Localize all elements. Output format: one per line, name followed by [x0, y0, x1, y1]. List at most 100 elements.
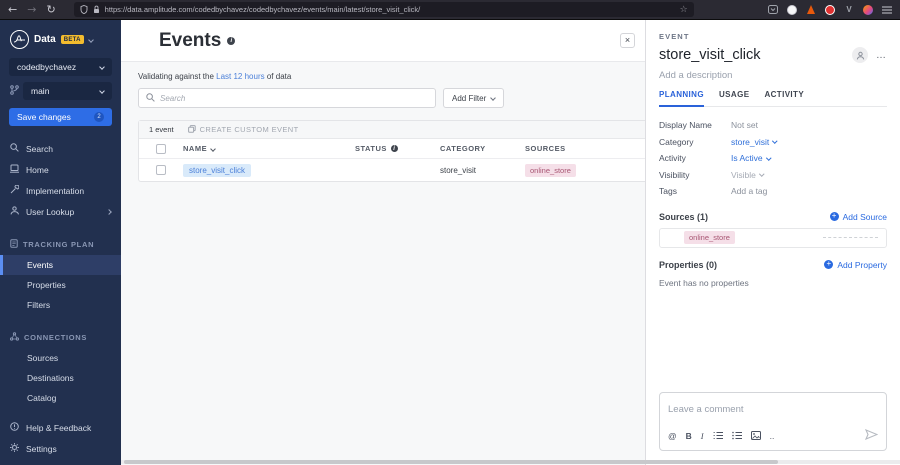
- sidebar-item-search[interactable]: Search: [0, 138, 121, 159]
- field-value[interactable]: Not set: [731, 120, 758, 130]
- branch-icon: [10, 85, 19, 97]
- italic-icon[interactable]: I: [701, 431, 704, 441]
- sidebar-item-filters[interactable]: Filters: [0, 295, 121, 315]
- info-icon[interactable]: i: [227, 36, 236, 45]
- field-display-name: Display Name Not set: [659, 117, 887, 134]
- url-bar[interactable]: https://data.amplitude.com/codedbychavez…: [73, 1, 694, 19]
- chevron-down-icon: [99, 88, 105, 94]
- workspace-selector[interactable]: codedbychavez: [9, 58, 112, 76]
- pocket-icon[interactable]: [768, 5, 778, 15]
- url-text[interactable]: https://data.amplitude.com/codedbychavez…: [105, 5, 675, 14]
- validation-prefix: Validating against the: [138, 72, 214, 81]
- sidebar-item-properties[interactable]: Properties: [0, 275, 121, 295]
- add-property-label: Add Property: [837, 259, 887, 270]
- create-custom-event-label: CREATE CUSTOM EVENT: [199, 125, 299, 134]
- sidebar-item-label: User Lookup: [26, 206, 75, 217]
- activity-dropdown[interactable]: Is Active: [731, 153, 771, 163]
- branch-selector[interactable]: main: [23, 82, 112, 100]
- add-property-button[interactable]: + Add Property: [824, 260, 887, 270]
- horizontal-scrollbar[interactable]: [121, 460, 900, 464]
- search-icon: [146, 89, 155, 107]
- chevron-down-icon: [772, 138, 778, 144]
- beta-badge: BETA: [60, 35, 84, 44]
- save-changes-button[interactable]: Save changes 2: [9, 108, 112, 126]
- add-filter-button[interactable]: Add Filter: [443, 88, 505, 108]
- category-dropdown[interactable]: store_visit: [731, 137, 778, 147]
- extension-clock-icon[interactable]: [787, 4, 797, 15]
- add-tag-input[interactable]: Add a tag: [731, 186, 767, 196]
- more-options-icon[interactable]: …: [876, 50, 887, 61]
- section-title: CONNECTIONS: [24, 333, 88, 342]
- field-label: Category: [659, 136, 694, 147]
- visibility-dropdown[interactable]: Visible: [731, 169, 765, 180]
- tab-usage[interactable]: USAGE: [719, 90, 749, 106]
- reload-icon[interactable]: ↻: [46, 1, 55, 19]
- chevron-down-icon: [99, 64, 105, 70]
- field-label: Tags: [659, 186, 677, 197]
- sidebar-item-label: Settings: [26, 443, 57, 454]
- close-panel-button[interactable]: ×: [620, 33, 635, 48]
- sidebar-item-destinations[interactable]: Destinations: [0, 368, 121, 388]
- sidebar-item-implementation[interactable]: Implementation: [0, 180, 121, 201]
- mention-icon[interactable]: @: [668, 431, 677, 441]
- add-source-button[interactable]: + Add Source: [829, 212, 887, 222]
- sidebar-item-events[interactable]: Events: [0, 255, 121, 275]
- bold-icon[interactable]: B: [686, 431, 692, 441]
- field-label: Activity: [659, 153, 686, 164]
- tab-planning[interactable]: PLANNING: [659, 90, 704, 107]
- sort-chevron-icon[interactable]: [210, 145, 216, 152]
- help-icon: [10, 422, 19, 433]
- tab-activity[interactable]: ACTIVITY: [764, 90, 804, 106]
- more-formatting-icon[interactable]: ..: [770, 431, 775, 441]
- column-header-category: CATEGORY: [440, 144, 486, 153]
- row-checkbox[interactable]: [156, 165, 166, 175]
- extension-cone-icon[interactable]: [806, 5, 816, 15]
- sidebar-item-catalog[interactable]: Catalog: [0, 388, 121, 408]
- back-icon[interactable]: ←: [8, 1, 17, 19]
- comment-composer[interactable]: @ B I ..: [659, 392, 887, 451]
- sidebar-item-label: Implementation: [26, 185, 85, 196]
- assign-owner-icon[interactable]: [852, 47, 868, 63]
- sidebar-item-home[interactable]: Home: [0, 159, 121, 180]
- comment-input[interactable]: [668, 404, 878, 415]
- plus-icon: +: [824, 260, 834, 269]
- sidebar-item-user-lookup[interactable]: User Lookup: [0, 201, 121, 222]
- shield-icon[interactable]: [80, 1, 88, 19]
- table-row: store_visit_click store_visit online_sto…: [139, 159, 645, 181]
- workspace-name: codedbychavez: [17, 62, 77, 72]
- bookmark-star-icon[interactable]: ☆: [680, 5, 688, 15]
- source-chip: online_store: [525, 163, 576, 177]
- send-comment-icon[interactable]: [864, 427, 879, 445]
- chevron-down-icon: [765, 155, 771, 160]
- ordered-list-icon[interactable]: [713, 431, 723, 442]
- menu-hamburger-icon[interactable]: [882, 5, 892, 15]
- events-search[interactable]: [138, 88, 436, 108]
- forward-icon[interactable]: →: [27, 1, 36, 19]
- info-icon[interactable]: i: [390, 145, 398, 152]
- sidebar-item-help-feedback[interactable]: Help & Feedback: [0, 417, 121, 438]
- field-activity: Activity Is Active: [659, 150, 887, 167]
- field-value: Visible: [731, 169, 756, 180]
- validation-range-link[interactable]: Last 12 hours: [216, 72, 264, 81]
- profile-avatar-icon[interactable]: [863, 4, 873, 15]
- scrollbar-thumb[interactable]: [124, 460, 779, 464]
- extension-v-icon[interactable]: V: [844, 5, 854, 15]
- extension-red-icon[interactable]: [825, 4, 835, 15]
- field-tags: Tags Add a tag: [659, 183, 887, 200]
- product-name: Data: [34, 34, 56, 45]
- event-name-link[interactable]: store_visit_click: [183, 163, 252, 177]
- search-input[interactable]: [160, 93, 428, 103]
- panel-kicker: EVENT: [659, 32, 690, 41]
- wrench-icon: [10, 184, 20, 196]
- chevron-down-icon[interactable]: [87, 36, 94, 43]
- sidebar-item-settings[interactable]: Settings: [0, 438, 121, 459]
- chevron-down-icon: [759, 171, 765, 177]
- column-header-name[interactable]: NAME: [183, 144, 207, 153]
- sidebar-item-sources[interactable]: Sources: [0, 348, 121, 368]
- image-icon[interactable]: [750, 430, 761, 442]
- bullet-list-icon[interactable]: [731, 431, 742, 442]
- create-custom-event-button[interactable]: CREATE CUSTOM EVENT: [187, 124, 299, 135]
- browser-toolbar: ← → ↻ https://data.amplitude.com/codedby…: [0, 0, 900, 20]
- select-all-checkbox[interactable]: [156, 143, 166, 154]
- description-placeholder[interactable]: Add a description: [659, 70, 887, 81]
